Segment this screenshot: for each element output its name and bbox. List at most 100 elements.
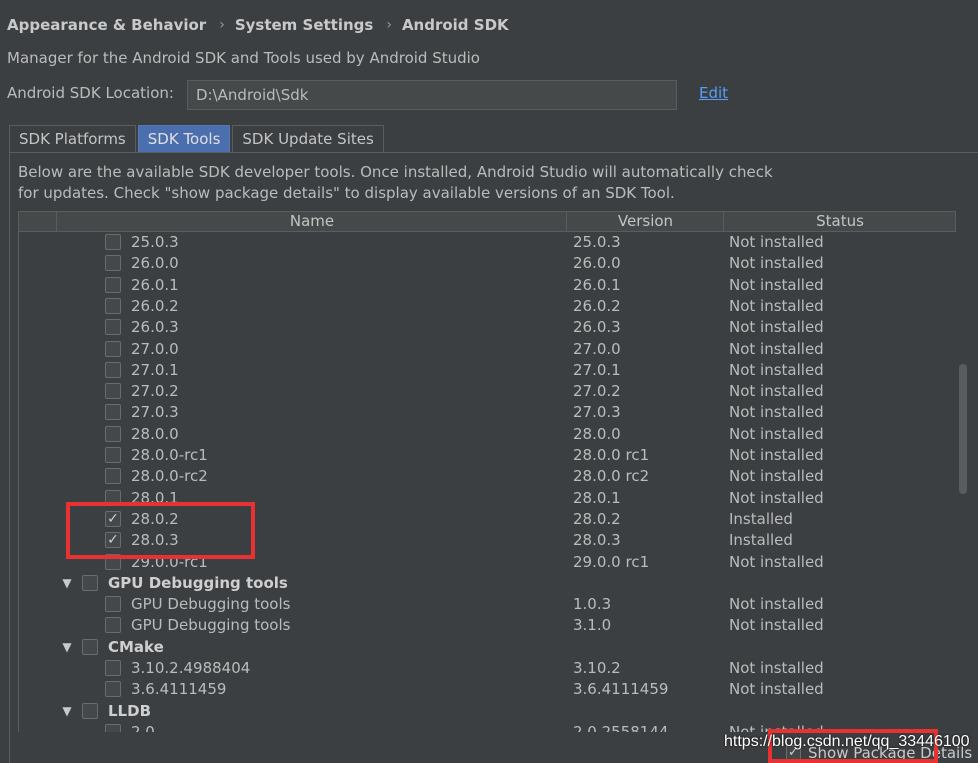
cell-name: 28.0.2: [131, 510, 179, 528]
row-checkbox-checked[interactable]: ✓: [105, 511, 121, 527]
table-row[interactable]: 2.0 2.0.2558144 Not installed: [19, 722, 957, 732]
table-row[interactable]: 26.0.3 26.0.3 Not installed: [19, 317, 957, 338]
row-checkbox[interactable]: [105, 447, 121, 463]
table-row[interactable]: 25.0.3 25.0.3 Not installed: [19, 232, 957, 253]
row-checkbox[interactable]: [82, 639, 98, 655]
breadcrumb-item: Appearance & Behavior: [7, 16, 207, 34]
row-checkbox[interactable]: [82, 575, 98, 591]
table-scrollbar[interactable]: [957, 232, 969, 732]
cell-status: Not installed: [729, 616, 824, 634]
table-row[interactable]: 27.0.1 27.0.1 Not installed: [19, 360, 957, 381]
cell-name: GPU Debugging tools: [131, 616, 291, 634]
info-line: Below are the available SDK developer to…: [18, 163, 773, 181]
cell-status: Not installed: [729, 425, 824, 443]
cell-version: 26.0.1: [573, 276, 621, 294]
breadcrumb-item: Android SDK: [401, 16, 509, 34]
row-checkbox[interactable]: [82, 703, 98, 719]
table-row[interactable]: ✓ 28.0.3 28.0.3 Installed: [19, 530, 957, 551]
cell-status: Installed: [729, 510, 793, 528]
cell-name: 27.0.3: [131, 403, 179, 421]
table-row[interactable]: 28.0.1 28.0.1 Not installed: [19, 488, 957, 509]
row-checkbox[interactable]: [105, 341, 121, 357]
group-row[interactable]: ▼ GPU Debugging tools: [19, 573, 957, 594]
table-row[interactable]: 29.0.0-rc1 29.0.0 rc1 Not installed: [19, 552, 957, 573]
cell-version: 3.1.0: [573, 616, 612, 634]
triangle-down-icon[interactable]: ▼: [61, 701, 73, 722]
header-checkbox-column: [19, 212, 56, 231]
table-row[interactable]: 28.0.0 28.0.0 Not installed: [19, 424, 957, 445]
table-row[interactable]: 3.6.4111459 3.6.4111459 Not installed: [19, 679, 957, 700]
row-checkbox[interactable]: [105, 660, 121, 676]
cell-name: 26.0.1: [131, 276, 179, 294]
cell-name: 3.10.2.4988404: [131, 659, 251, 677]
table-row[interactable]: 26.0.1 26.0.1 Not installed: [19, 275, 957, 296]
cell-name: 27.0.1: [131, 361, 179, 379]
group-row[interactable]: ▼ CMake: [19, 637, 957, 658]
row-checkbox-checked[interactable]: ✓: [105, 532, 121, 548]
cell-name: 27.0.0: [131, 340, 179, 358]
table-row[interactable]: 3.10.2.4988404 3.10.2 Not installed: [19, 658, 957, 679]
table-row[interactable]: 26.0.2 26.0.2 Not installed: [19, 296, 957, 317]
cell-status: Not installed: [729, 723, 824, 732]
tab-sdk-platforms[interactable]: SDK Platforms: [9, 125, 136, 152]
table-row[interactable]: GPU Debugging tools 1.0.3 Not installed: [19, 594, 957, 615]
header-version[interactable]: Version: [566, 212, 724, 231]
watermark-text: https://blog.csdn.net/qq_33446100: [724, 733, 970, 750]
row-checkbox[interactable]: [105, 681, 121, 697]
cell-name: 2.0: [131, 723, 155, 732]
edit-link[interactable]: Edit: [699, 84, 728, 102]
table-row[interactable]: 27.0.3 27.0.3 Not installed: [19, 402, 957, 423]
table-row[interactable]: 28.0.0-rc1 28.0.0 rc1 Not installed: [19, 445, 957, 466]
row-checkbox[interactable]: [105, 404, 121, 420]
triangle-down-icon[interactable]: ▼: [61, 637, 73, 658]
row-checkbox[interactable]: [105, 383, 121, 399]
table-row[interactable]: GPU Debugging tools 3.1.0 Not installed: [19, 615, 957, 636]
cell-version: 28.0.0 rc2: [573, 467, 650, 485]
header-name[interactable]: Name: [56, 212, 567, 231]
row-checkbox[interactable]: [105, 468, 121, 484]
cell-name: 28.0.0-rc2: [131, 467, 208, 485]
chevron-right-icon: ›: [386, 17, 392, 33]
cell-version: 27.0.1: [573, 361, 621, 379]
row-checkbox[interactable]: [105, 724, 121, 732]
table-row[interactable]: 28.0.0-rc2 28.0.0 rc2 Not installed: [19, 466, 957, 487]
row-checkbox[interactable]: [105, 319, 121, 335]
cell-status: Not installed: [729, 680, 824, 698]
cell-status: Not installed: [729, 318, 824, 336]
table-row[interactable]: ✓ 28.0.2 28.0.2 Installed: [19, 509, 957, 530]
tab-sdk-tools[interactable]: SDK Tools: [137, 125, 231, 152]
row-checkbox[interactable]: [105, 617, 121, 633]
row-checkbox[interactable]: [105, 362, 121, 378]
row-checkbox[interactable]: [105, 234, 121, 250]
cell-status: Not installed: [729, 659, 824, 677]
sdk-location-field[interactable]: [187, 80, 677, 110]
cell-name: 28.0.1: [131, 489, 179, 507]
row-checkbox[interactable]: [105, 554, 121, 570]
row-checkbox[interactable]: [105, 255, 121, 271]
triangle-down-icon[interactable]: ▼: [61, 573, 73, 594]
cell-status: Not installed: [729, 467, 824, 485]
cell-name: GPU Debugging tools: [131, 595, 291, 613]
row-checkbox[interactable]: [105, 426, 121, 442]
cell-version: 28.0.2: [573, 510, 621, 528]
cell-status: Not installed: [729, 276, 824, 294]
table-row[interactable]: 26.0.0 26.0.0 Not installed: [19, 253, 957, 274]
cell-status: Not installed: [729, 382, 824, 400]
cell-status: Not installed: [729, 403, 824, 421]
row-checkbox[interactable]: [105, 298, 121, 314]
cell-version: 28.0.0 rc1: [573, 446, 650, 464]
row-checkbox[interactable]: [105, 490, 121, 506]
row-checkbox[interactable]: [105, 596, 121, 612]
info-text: Below are the available SDK developer to…: [18, 162, 773, 204]
table-row[interactable]: 27.0.0 27.0.0 Not installed: [19, 339, 957, 360]
cell-name: CMake: [108, 638, 164, 656]
row-checkbox[interactable]: [105, 277, 121, 293]
header-status[interactable]: Status: [723, 212, 956, 231]
cell-status: Not installed: [729, 297, 824, 315]
tab-bar: SDK Platforms SDK Tools SDK Update Sites: [9, 125, 386, 153]
cell-version: 28.0.1: [573, 489, 621, 507]
group-row[interactable]: ▼ LLDB: [19, 701, 957, 722]
tab-sdk-update-sites[interactable]: SDK Update Sites: [232, 125, 384, 152]
scrollbar-thumb[interactable]: [959, 364, 967, 494]
table-row[interactable]: 27.0.2 27.0.2 Not installed: [19, 381, 957, 402]
